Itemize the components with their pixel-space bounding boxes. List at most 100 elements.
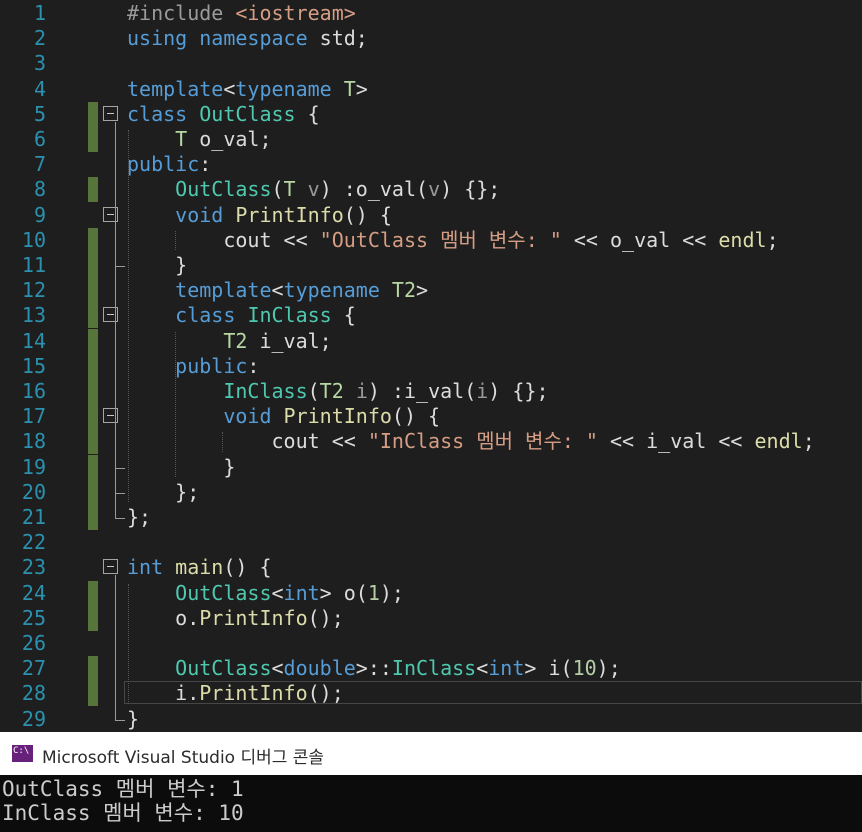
code-token: } bbox=[127, 706, 140, 731]
code-line[interactable]: 14 T2 i_val; bbox=[0, 328, 862, 354]
line-number: 8 bbox=[33, 177, 46, 202]
code-token: < bbox=[271, 656, 284, 681]
code-line[interactable]: 17 void PrintInfo() { bbox=[0, 404, 862, 430]
code-token: template bbox=[127, 76, 224, 101]
code-line[interactable]: 25 o.PrintInfo(); bbox=[0, 605, 862, 631]
code-token: } bbox=[127, 253, 188, 277]
code-token: public bbox=[127, 152, 200, 177]
code-token: ; bbox=[802, 429, 815, 454]
code-text: void PrintInfo() { bbox=[127, 203, 392, 228]
code-line[interactable]: 28 i.PrintInfo(); bbox=[0, 681, 862, 707]
code-token: T bbox=[343, 76, 356, 101]
code-token: << o_val << bbox=[561, 227, 719, 252]
code-line[interactable]: 24 OutClass<int> o(1); bbox=[0, 580, 862, 606]
code-token: class bbox=[175, 303, 236, 328]
code-line[interactable]: 10 cout << "OutClass 멤버 변수: " << o_val <… bbox=[0, 227, 862, 253]
code-line[interactable]: 26 bbox=[0, 631, 862, 656]
code-token: << i_val << bbox=[597, 429, 755, 454]
code-line[interactable]: 16 InClass(T2 i) :i_val(i) {}; bbox=[0, 379, 862, 404]
code-text: o.PrintInfo(); bbox=[127, 606, 344, 631]
code-line[interactable]: 3 bbox=[0, 51, 862, 76]
code-token: { bbox=[331, 303, 356, 328]
code-line[interactable]: 7 public: bbox=[0, 152, 862, 177]
change-marker bbox=[88, 404, 98, 430]
line-number: 20 bbox=[21, 479, 46, 504]
code-token: InClass bbox=[223, 379, 308, 403]
code-token: int bbox=[283, 580, 320, 605]
code-line[interactable]: 29} bbox=[0, 707, 862, 732]
code-line[interactable]: 9 void PrintInfo() { bbox=[0, 203, 862, 228]
code-token: PrintInfo bbox=[235, 202, 344, 227]
fold-outline-end bbox=[115, 492, 125, 494]
change-marker bbox=[88, 454, 98, 480]
code-line[interactable]: 6 T o_val; bbox=[0, 127, 862, 152]
change-marker bbox=[88, 505, 98, 530]
line-number: 13 bbox=[21, 303, 46, 328]
code-line[interactable]: 1 #include <iostream> bbox=[0, 1, 862, 26]
code-token: ) {}; bbox=[488, 379, 549, 403]
console-app-icon bbox=[12, 745, 33, 762]
code-line[interactable]: 11 } bbox=[0, 253, 862, 278]
code-text: }; bbox=[127, 480, 199, 505]
change-marker bbox=[88, 328, 98, 354]
line-number: 9 bbox=[33, 202, 46, 227]
code-line[interactable]: 4 template<typename T> bbox=[0, 77, 862, 102]
code-line[interactable]: 23 int main() { bbox=[0, 555, 862, 580]
code-token: ( bbox=[271, 177, 284, 202]
code-line[interactable]: 13 class InClass { bbox=[0, 303, 862, 329]
code-line[interactable]: 15 public: bbox=[0, 353, 862, 379]
code-text: template<typename T> bbox=[127, 77, 368, 102]
fold-outline bbox=[115, 424, 116, 468]
code-line[interactable]: 22 bbox=[0, 530, 862, 555]
change-marker bbox=[88, 253, 98, 278]
code-text: class OutClass { bbox=[127, 102, 320, 127]
code-token: i_val; bbox=[247, 328, 332, 353]
code-token: 10 bbox=[572, 656, 597, 681]
code-line[interactable]: 2 using namespace std; bbox=[0, 26, 862, 51]
console-output-line: OutClass 멤버 변수: 1 bbox=[2, 777, 244, 801]
fold-outline bbox=[115, 222, 116, 266]
code-text: } bbox=[127, 253, 187, 278]
code-line[interactable]: 8 OutClass(T v) :o_val(v) {}; bbox=[0, 177, 862, 203]
code-editor[interactable]: 1 #include <iostream> 2 using namespace std… bbox=[0, 0, 862, 732]
collapse-icon[interactable] bbox=[103, 559, 118, 575]
change-marker bbox=[88, 479, 98, 505]
code-line[interactable]: 27 OutClass<double>::InClass<int> i(10); bbox=[0, 656, 862, 682]
code-line[interactable]: 5 class OutClass { bbox=[0, 101, 862, 127]
code-token: InClass bbox=[391, 656, 477, 681]
debug-console-output[interactable]: OutClass 멤버 변수: 1 InClass 멤버 변수: 10 bbox=[0, 775, 862, 832]
code-token: : bbox=[247, 353, 260, 378]
code-token: < bbox=[271, 580, 284, 605]
code-token: }; bbox=[127, 479, 200, 504]
code-text: OutClass<double>::InClass<int> i(10); bbox=[127, 656, 621, 681]
code-line[interactable]: 18 cout << "InClass 멤버 변수: " << i_val <<… bbox=[0, 429, 862, 455]
line-number: 22 bbox=[21, 530, 46, 555]
code-token: T bbox=[283, 177, 296, 202]
code-text: class InClass { bbox=[127, 303, 356, 328]
code-line[interactable]: 19 } bbox=[0, 454, 862, 480]
code-line[interactable]: 12 template<typename T2> bbox=[0, 278, 862, 304]
code-line[interactable]: 21}; bbox=[0, 505, 862, 530]
code-line[interactable]: 20 }; bbox=[0, 479, 862, 505]
line-number: 14 bbox=[21, 328, 46, 353]
code-token: void bbox=[175, 202, 224, 227]
collapse-icon[interactable] bbox=[103, 105, 118, 121]
code-token: "OutClass 멤버 변수: " bbox=[319, 227, 562, 252]
change-marker bbox=[88, 177, 98, 203]
code-token: i bbox=[476, 379, 489, 403]
console-title: Microsoft Visual Studio 디버그 콘솔 bbox=[42, 748, 325, 768]
line-number: 7 bbox=[33, 152, 46, 177]
line-number: 3 bbox=[33, 51, 46, 76]
line-number: 18 bbox=[21, 429, 46, 454]
debug-console-titlebar[interactable]: Microsoft Visual Studio 디버그 콘솔 bbox=[0, 732, 862, 775]
code-token: OutClass bbox=[175, 580, 272, 605]
code-token: (); bbox=[307, 605, 344, 630]
line-number: 27 bbox=[21, 656, 46, 681]
